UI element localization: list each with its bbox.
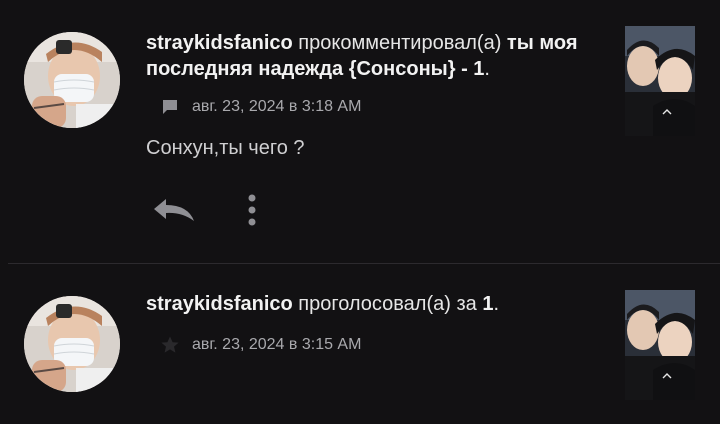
action-text: проголосовал(а) за (298, 293, 477, 315)
comment-actions (148, 192, 264, 228)
username-link[interactable]: straykidsfanico (146, 293, 293, 315)
notification-headline: straykidsfanico проголосовал(а) за 1. (146, 291, 606, 317)
reply-icon (154, 199, 194, 221)
headline-period: . (493, 293, 500, 315)
story-cover-thumbnail[interactable] (625, 26, 695, 136)
story-cover-thumbnail[interactable] (625, 290, 695, 400)
comment-icon (160, 97, 180, 117)
notification-meta: авг. 23, 2024 в 3:18 AM (160, 97, 361, 117)
more-vertical-icon (248, 194, 256, 226)
notification-feed: straykidsfanico прокомментировал(а) ты м… (0, 0, 720, 424)
timestamp: авг. 23, 2024 в 3:15 AM (192, 336, 362, 353)
part-title-link[interactable]: 1 (482, 293, 493, 315)
notification-meta: авг. 23, 2024 в 3:15 AM (160, 335, 361, 355)
username-link[interactable]: straykidsfanico (146, 32, 293, 54)
reply-button[interactable] (148, 192, 200, 228)
notification-headline: straykidsfanico прокомментировал(а) ты м… (146, 30, 606, 82)
action-text: прокомментировал(а) (298, 32, 502, 54)
headline-period: . (484, 58, 490, 80)
comment-body: Сонхун,ты чего ? (146, 137, 305, 159)
timestamp: авг. 23, 2024 в 3:18 AM (192, 98, 362, 115)
notification-vote: straykidsfanico проголосовал(а) за 1. ав… (0, 264, 720, 424)
user-avatar[interactable] (24, 296, 120, 392)
more-options-button[interactable] (240, 192, 264, 228)
user-avatar[interactable] (24, 32, 120, 128)
notification-comment: straykidsfanico прокомментировал(а) ты м… (0, 0, 720, 263)
star-icon (160, 335, 180, 355)
